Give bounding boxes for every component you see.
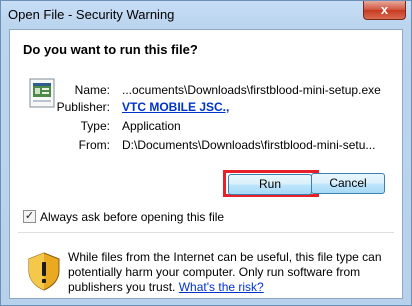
name-label: Name: — [74, 83, 110, 97]
close-icon: x — [380, 2, 389, 17]
always-ask-checkbox[interactable]: ✓ — [23, 210, 36, 223]
shield-warning-icon — [28, 252, 60, 291]
from-value: D:\Documents\Downloads\firstblood-mini-s… — [122, 138, 376, 152]
whats-the-risk-link[interactable]: What's the risk? — [179, 280, 264, 294]
publisher-label: Publisher: — [56, 100, 110, 114]
dialog-body: Do you want to run this file? Name: ...o… — [9, 29, 403, 299]
from-label: From: — [78, 138, 110, 152]
close-button[interactable]: x — [363, 1, 406, 20]
type-label: Type: — [80, 119, 110, 133]
always-ask-label[interactable]: Always ask before opening this file — [40, 210, 224, 224]
window-title: Open File - Security Warning — [8, 7, 175, 22]
dialog-heading: Do you want to run this file? — [23, 42, 198, 57]
type-value: Application — [122, 119, 181, 133]
run-button[interactable]: Run — [228, 174, 312, 195]
divider — [18, 232, 394, 233]
publisher-link[interactable]: VTC MOBILE JSC., — [122, 100, 229, 114]
security-warning-window: Open File - Security Warning x Do you wa… — [0, 0, 412, 306]
title-bar[interactable]: Open File - Security Warning x — [1, 1, 411, 29]
name-value: ...ocuments\Downloads\firstblood-mini-se… — [122, 83, 381, 97]
cancel-button[interactable]: Cancel — [311, 173, 385, 194]
warning-message: While files from the Internet can be use… — [68, 250, 388, 295]
